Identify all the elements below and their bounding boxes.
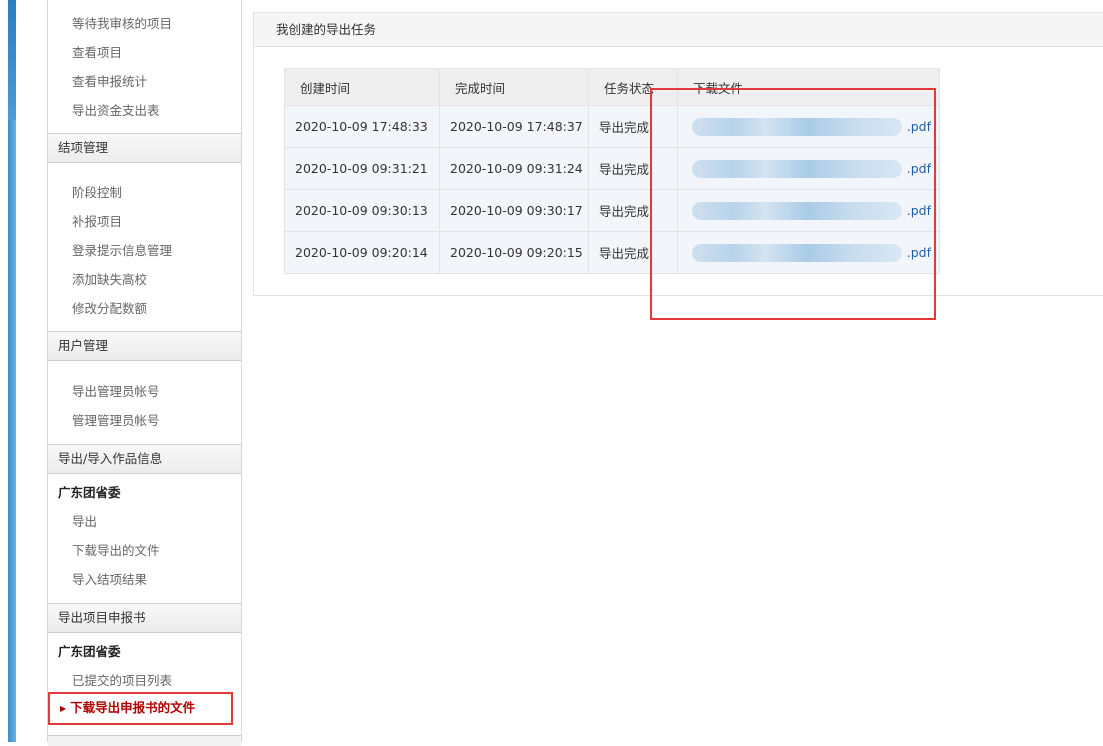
cell-status: 导出完成 <box>588 231 678 274</box>
section-header-closing[interactable]: 结项管理 <box>48 133 241 163</box>
section-subtitle-org: 广东团省委 <box>58 485 121 500</box>
cell-download: .pdf <box>677 189 940 232</box>
cell-status: 导出完成 <box>588 105 678 148</box>
cell-created: 2020-10-09 09:30:13 <box>284 189 440 232</box>
triangle-right-icon: ▶ <box>60 704 67 713</box>
sidebar-item-export[interactable]: 导出 <box>72 511 97 530</box>
cell-created: 2020-10-09 09:31:21 <box>284 147 440 190</box>
download-link[interactable]: .pdf <box>907 245 931 260</box>
cell-created: 2020-10-09 17:48:33 <box>284 105 440 148</box>
sidebar-item-modify-quota[interactable]: 修改分配数额 <box>72 298 147 317</box>
cell-finished: 2020-10-09 09:30:17 <box>439 189 589 232</box>
download-link[interactable]: .pdf <box>907 119 931 134</box>
cell-finished: 2020-10-09 17:48:37 <box>439 105 589 148</box>
accent-bar-top <box>8 0 16 120</box>
sidebar-item-export-admin-accounts[interactable]: 导出管理员帐号 <box>72 381 160 400</box>
left-accent-strip <box>0 0 22 742</box>
column-header-created: 创建时间 <box>284 68 440 106</box>
cell-download: .pdf <box>677 147 940 190</box>
cell-finished: 2020-10-09 09:31:24 <box>439 147 589 190</box>
sidebar: 等待我审核的项目 查看项目 查看申报统计 导出资金支出表 结项管理 阶段控制 补… <box>47 0 242 746</box>
cell-download: .pdf <box>677 105 940 148</box>
cell-status: 导出完成 <box>588 147 678 190</box>
download-link[interactable]: .pdf <box>907 161 931 176</box>
sidebar-item-add-university[interactable]: 添加缺失高校 <box>72 269 147 288</box>
sidebar-item-import-results[interactable]: 导入结项结果 <box>72 569 147 588</box>
sidebar-item-pending-review[interactable]: 等待我审核的项目 <box>72 13 172 32</box>
export-tasks-panel: 我创建的导出任务 创建时间 完成时间 任务状态 下载文件 2020-10-09 … <box>253 12 1103 296</box>
sidebar-item-stage-control[interactable]: 阶段控制 <box>72 182 122 201</box>
sidebar-item-download-exported[interactable]: 下载导出的文件 <box>72 540 160 559</box>
section-header-users[interactable]: 用户管理 <box>48 331 241 361</box>
sidebar-item-login-tips[interactable]: 登录提示信息管理 <box>72 240 172 259</box>
sidebar-item-submitted-list[interactable]: 已提交的项目列表 <box>72 670 172 689</box>
column-header-status: 任务状态 <box>588 68 678 106</box>
download-link[interactable]: .pdf <box>907 203 931 218</box>
section-subtitle-org: 广东团省委 <box>58 644 121 659</box>
column-header-download: 下载文件 <box>677 68 940 106</box>
table-row: 2020-10-09 09:31:21 2020-10-09 09:31:24 … <box>284 147 940 190</box>
cell-created: 2020-10-09 09:20:14 <box>284 231 440 274</box>
column-header-finished: 完成时间 <box>439 68 589 106</box>
sidebar-item-supplement[interactable]: 补报项目 <box>72 211 122 230</box>
table-row: 2020-10-09 17:48:33 2020-10-09 17:48:37 … <box>284 105 940 148</box>
table-row: 2020-10-09 09:30:13 2020-10-09 09:30:17 … <box>284 189 940 232</box>
panel-title: 我创建的导出任务 <box>254 13 1103 47</box>
redacted-filename <box>692 160 902 178</box>
sidebar-item-download-application-files[interactable]: ▶ 下载导出申报书的文件 <box>48 692 233 725</box>
section-header-next <box>48 735 241 746</box>
redacted-filename <box>692 118 902 136</box>
sidebar-item-export-expenses[interactable]: 导出资金支出表 <box>72 100 160 119</box>
sidebar-item-manage-admin-accounts[interactable]: 管理管理员帐号 <box>72 410 160 429</box>
cell-finished: 2020-10-09 09:20:15 <box>439 231 589 274</box>
cell-status: 导出完成 <box>588 189 678 232</box>
cell-download: .pdf <box>677 231 940 274</box>
sidebar-item-application-stats[interactable]: 查看申报统计 <box>72 71 147 90</box>
sidebar-item-label: 下载导出申报书的文件 <box>70 700 196 715</box>
section-header-export-applications[interactable]: 导出项目申报书 <box>48 603 241 633</box>
redacted-filename <box>692 202 902 220</box>
redacted-filename <box>692 244 902 262</box>
table-header-row: 创建时间 完成时间 任务状态 下载文件 <box>284 68 940 106</box>
sidebar-item-view-projects[interactable]: 查看项目 <box>72 42 122 61</box>
table-row: 2020-10-09 09:20:14 2020-10-09 09:20:15 … <box>284 231 940 274</box>
section-header-work-info[interactable]: 导出/导入作品信息 <box>48 444 241 474</box>
export-tasks-table: 创建时间 完成时间 任务状态 下载文件 2020-10-09 17:48:33 … <box>284 68 940 274</box>
